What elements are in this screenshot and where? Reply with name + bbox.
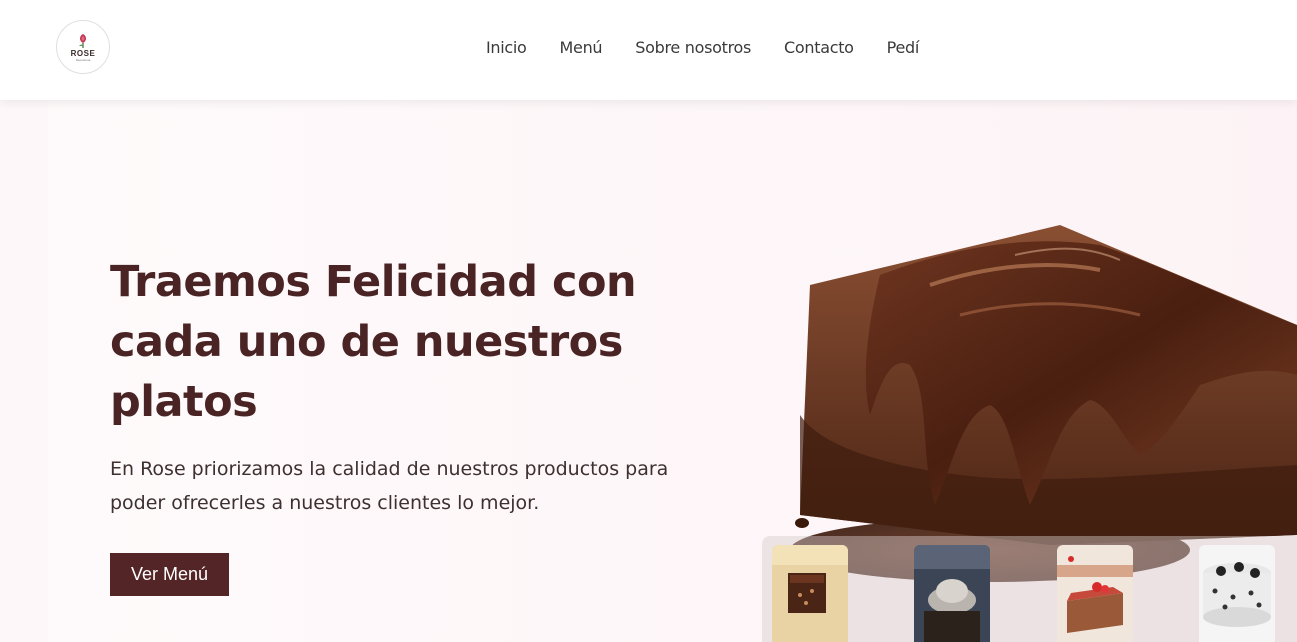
thumbnail-brownie[interactable] [772,545,848,642]
oreo-cake-thumbnail-icon [1199,545,1275,642]
rose-icon [79,33,86,48]
nav-menu[interactable]: Menú [560,38,603,57]
cupcakes-thumbnail-icon [914,545,990,642]
thumbnail-cupcakes[interactable] [914,545,990,642]
brownie-thumbnail-icon [772,545,848,642]
main-nav: Inicio Menú Sobre nosotros Contacto Pedí [486,38,919,57]
thumbnail-cheesecake[interactable] [1057,545,1133,642]
nav-pedi[interactable]: Pedí [887,38,920,57]
rose-logo[interactable]: ROSE Reposteria [56,20,110,74]
navbar: ROSE Reposteria Inicio Menú Sobre nosotr… [0,0,1297,100]
hero-subtitle: En Rose priorizamos la calidad de nuestr… [110,458,669,514]
nav-inicio[interactable]: Inicio [486,38,527,57]
cheesecake-thumbnail-icon [1057,545,1133,642]
ver-menu-button[interactable]: Ver Menú [110,553,229,596]
hero-title: Traemos Felicidad con cada uno de nuestr… [110,257,637,427]
logo-subtext: Reposteria [75,57,91,62]
nav-sobre-nosotros[interactable]: Sobre nosotros [635,38,751,57]
thumbnail-oreo-cake[interactable] [1199,545,1275,642]
nav-contacto[interactable]: Contacto [784,38,854,57]
logo-text: ROSE [70,48,96,58]
